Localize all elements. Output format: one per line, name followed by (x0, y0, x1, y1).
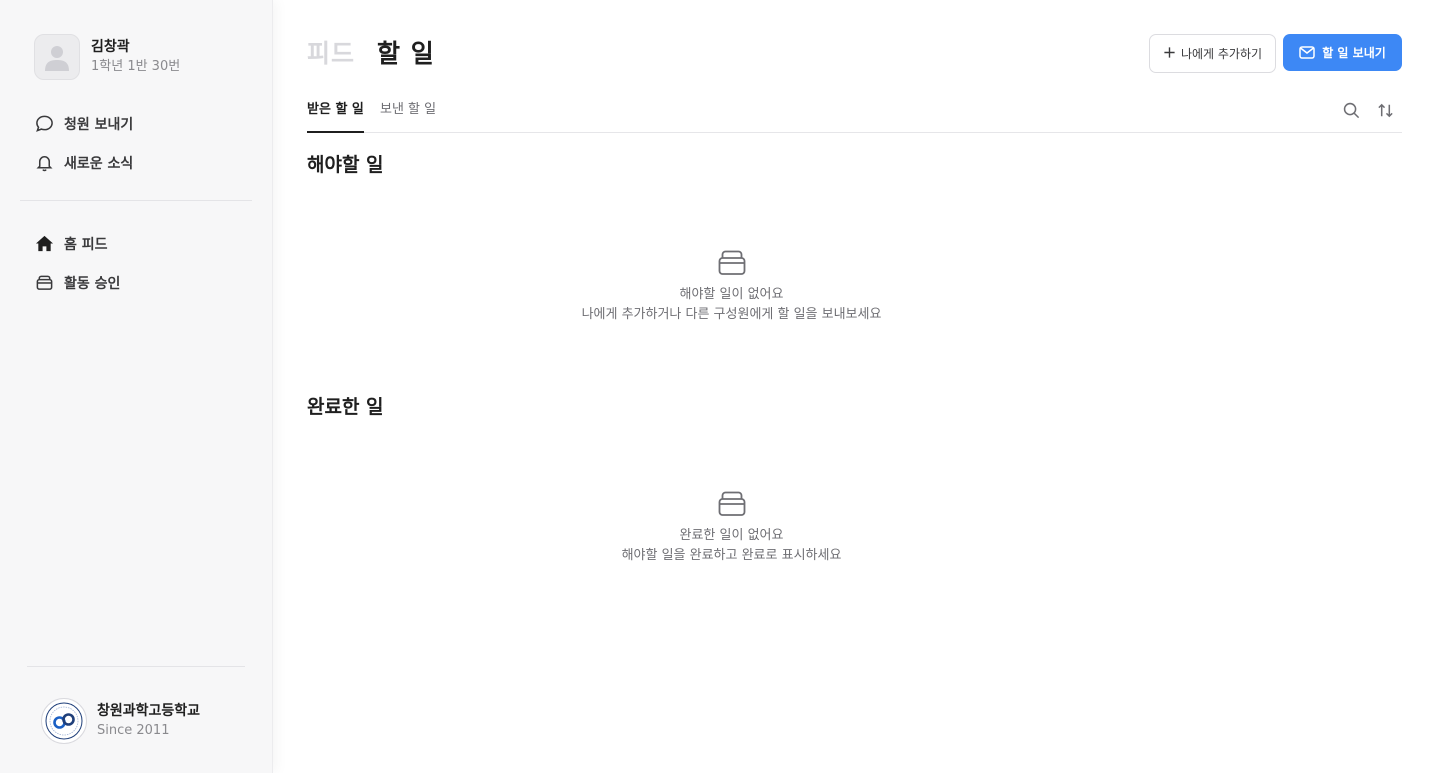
avatar (34, 34, 80, 80)
main-content: 피드 할 일 나에게 추가하기 할 일 보내기 받은 할 일 보낸 할 일 해야… (273, 0, 1436, 773)
page-title: 피드 할 일 (307, 34, 435, 70)
sidebar-item-label: 청원 보내기 (64, 116, 134, 133)
done-empty-desc: 해야할 일을 완료하고 완료로 표시하세요 (621, 548, 842, 563)
plus-icon (1163, 46, 1176, 62)
sidebar-bottom-nav: 홈 피드 활동 승인 (34, 224, 120, 302)
school-info: 창원과학고등학교 Since 2011 (41, 698, 200, 744)
search-icon[interactable] (1342, 101, 1362, 121)
inbox-icon (34, 273, 54, 293)
done-empty-state: 완료한 일이 없어요 해야할 일을 완료하고 완료로 표시하세요 (273, 488, 1190, 566)
sidebar-item-home-feed[interactable]: 홈 피드 (34, 224, 120, 263)
todo-empty-desc: 나에게 추가하거나 다른 구성원에게 할 일을 보내보세요 (581, 307, 882, 322)
todo-section-title: 해야할 일 (307, 154, 384, 176)
school-logo (41, 698, 87, 744)
add-to-me-label: 나에게 추가하기 (1180, 47, 1263, 61)
title-feed-link[interactable]: 피드 (307, 34, 355, 70)
todo-empty-title: 해야할 일이 없어요 (679, 287, 784, 302)
user-class: 1학년 1반 30번 (91, 59, 181, 74)
home-icon (34, 234, 54, 254)
sidebar-item-activity-approval[interactable]: 활동 승인 (34, 263, 120, 302)
sidebar-divider (20, 200, 252, 201)
sidebar-item-label: 새로운 소식 (64, 155, 134, 172)
tab-received[interactable]: 받은 할 일 (307, 96, 364, 133)
send-todo-label: 할 일 보내기 (1322, 46, 1386, 60)
sidebar-top-nav: 청원 보내기 새로운 소식 (34, 104, 133, 182)
sidebar-item-label: 홈 피드 (64, 236, 108, 253)
user-name: 김창곽 (91, 39, 130, 55)
school-name: 창원과학고등학교 (97, 703, 201, 719)
school-since: Since 2011 (97, 723, 170, 738)
sort-icon[interactable] (1376, 101, 1396, 121)
done-section-title: 완료한 일 (307, 396, 384, 418)
tab-sent[interactable]: 보낸 할 일 (380, 96, 436, 133)
sidebar-item-label: 활동 승인 (64, 275, 121, 292)
user-profile[interactable]: 김창곽 1학년 1반 30번 (34, 34, 180, 80)
sidebar-item-news[interactable]: 새로운 소식 (34, 143, 133, 182)
sidebar-item-petition[interactable]: 청원 보내기 (34, 104, 133, 143)
add-to-me-button[interactable]: 나에게 추가하기 (1149, 34, 1276, 73)
sidebar: 김창곽 1학년 1반 30번 청원 보내기 새로운 소식 홈 피드 활동 승인 … (0, 0, 273, 773)
bell-icon (34, 153, 54, 173)
send-todo-button[interactable]: 할 일 보내기 (1283, 34, 1402, 71)
todo-empty-state: 해야할 일이 없어요 나에게 추가하거나 다른 구성원에게 할 일을 보내보세요 (273, 247, 1190, 325)
done-empty-title: 완료한 일이 없어요 (679, 528, 784, 543)
user-avatar-icon (45, 46, 69, 71)
chat-bubble-icon (34, 114, 54, 134)
inbox-icon (718, 491, 745, 516)
inbox-icon (718, 250, 745, 275)
sidebar-divider (27, 666, 245, 667)
mail-icon (1299, 46, 1315, 59)
title-todo: 할 일 (377, 39, 435, 68)
tab-bar: 받은 할 일 보낸 할 일 (307, 96, 1402, 133)
